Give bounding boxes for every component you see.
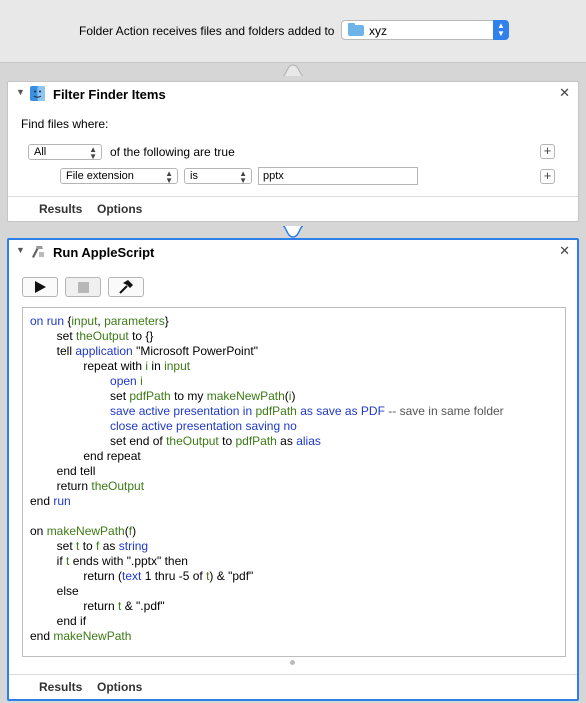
workflow-input-label: Folder Action receives files and folders… bbox=[79, 24, 335, 38]
criteria-operator-value: is bbox=[190, 170, 198, 182]
add-criteria-button-2[interactable]: + bbox=[540, 169, 555, 184]
popup-arrows-icon: ▲ ▼ bbox=[493, 20, 509, 40]
resize-handle[interactable] bbox=[290, 660, 295, 665]
code-line: set pdfPath to my makeNewPath(i) bbox=[110, 389, 296, 403]
code-line: on makeNewPath(f) bbox=[30, 524, 137, 538]
play-icon bbox=[35, 281, 46, 293]
finder-icon bbox=[30, 86, 45, 101]
script-editor[interactable]: on run {input, parameters} set theOutput… bbox=[22, 307, 566, 657]
chevron-updown-icon: ▲ ▼ bbox=[165, 169, 173, 185]
folder-popup[interactable]: xyz ▲ ▼ bbox=[341, 20, 509, 40]
options-tab[interactable]: Options bbox=[97, 680, 142, 694]
code-line: open i bbox=[110, 374, 143, 388]
chevron-updown-icon: ▲ ▼ bbox=[239, 169, 247, 185]
hammer-icon bbox=[119, 280, 133, 294]
code-line: end run bbox=[30, 494, 71, 508]
code-line: repeat with i in input bbox=[83, 359, 191, 373]
code-line: close active presentation saving no bbox=[110, 419, 297, 433]
action-footer: Results Options bbox=[9, 674, 577, 699]
code-line: end tell bbox=[56, 464, 96, 478]
action-footer: Results Options bbox=[8, 196, 578, 221]
compile-button[interactable] bbox=[108, 277, 144, 297]
close-icon[interactable]: ✕ bbox=[559, 243, 570, 259]
criteria-field-select[interactable]: File extension ▲ ▼ bbox=[60, 168, 178, 185]
stop-icon bbox=[78, 282, 89, 293]
chevron-updown-icon: ▲ ▼ bbox=[89, 145, 97, 161]
action-header[interactable]: ▼ Filter Finder Items ✕ bbox=[8, 82, 578, 106]
disclosure-triangle-icon[interactable]: ▼ bbox=[16, 245, 25, 255]
criteria-operator-select[interactable]: is ▲ ▼ bbox=[184, 168, 252, 185]
stop-button[interactable] bbox=[65, 277, 101, 297]
options-tab[interactable]: Options bbox=[97, 202, 142, 216]
folder-popup-value: xyz bbox=[369, 24, 387, 38]
code-line: set theOutput to {} bbox=[56, 329, 154, 343]
find-files-label: Find files where: bbox=[21, 117, 109, 131]
folder-icon bbox=[348, 23, 364, 36]
action-title: Filter Finder Items bbox=[53, 87, 166, 102]
match-all-value: All bbox=[34, 146, 47, 158]
run-button[interactable] bbox=[22, 277, 58, 297]
action-title: Run AppleScript bbox=[53, 245, 155, 260]
criteria-value-field[interactable]: pptx bbox=[258, 167, 418, 185]
code-line: end repeat bbox=[83, 449, 141, 463]
action-header[interactable]: ▼ Run AppleScript ✕ bbox=[9, 240, 577, 264]
disclosure-triangle-icon[interactable]: ▼ bbox=[16, 87, 25, 97]
applescript-icon bbox=[30, 244, 45, 259]
add-criteria-button[interactable]: + bbox=[540, 144, 555, 159]
code-line: on run {input, parameters} bbox=[30, 314, 169, 328]
workflow-connector bbox=[282, 64, 304, 76]
results-tab[interactable]: Results bbox=[39, 202, 82, 216]
filter-finder-items-action: ▼ Filter Finder Items ✕ Find files where… bbox=[7, 81, 579, 222]
code-line: set t to f as string bbox=[56, 539, 149, 553]
workflow-input-bar: Folder Action receives files and folders… bbox=[0, 0, 586, 63]
code-line: tell application "Microsoft PowerPoint" bbox=[56, 344, 258, 358]
code-line: end makeNewPath bbox=[30, 629, 132, 643]
match-suffix-label: of the following are true bbox=[110, 145, 235, 159]
results-tab[interactable]: Results bbox=[39, 680, 82, 694]
code-line: else bbox=[56, 584, 79, 598]
code-line: return t & ".pdf" bbox=[83, 599, 165, 613]
code-line: save active presentation in pdfPath as s… bbox=[110, 404, 504, 418]
criteria-field-value: File extension bbox=[66, 170, 134, 182]
match-all-select[interactable]: All ▲ ▼ bbox=[28, 144, 102, 161]
code-line: end if bbox=[56, 614, 87, 628]
close-icon[interactable]: ✕ bbox=[559, 85, 570, 101]
code-line: return theOutput bbox=[56, 479, 145, 493]
code-line: set end of theOutput to pdfPath as alias bbox=[110, 434, 321, 448]
code-line: if t ends with ".pptx" then bbox=[56, 554, 188, 568]
run-applescript-action: ▼ Run AppleScript ✕ on run {input, param… bbox=[7, 238, 579, 701]
code-line: return (text 1 thru -5 of t) & "pdf" bbox=[83, 569, 254, 583]
